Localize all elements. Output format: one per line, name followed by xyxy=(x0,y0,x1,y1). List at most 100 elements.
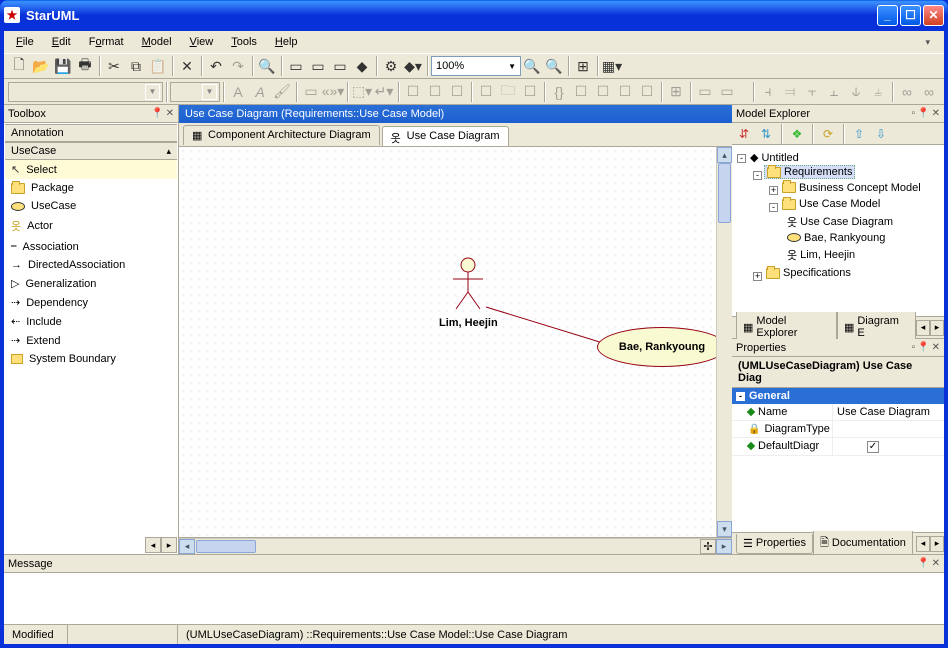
tab-prev-button[interactable]: ◂ xyxy=(916,536,930,552)
cut-button[interactable]: ✂ xyxy=(103,55,125,77)
tree-node-ucm[interactable]: Use Case Model xyxy=(780,198,882,210)
font-button[interactable]: A xyxy=(227,81,249,103)
palette-item-usecase[interactable]: UseCase xyxy=(5,197,177,215)
line-button[interactable]: ⬚▾ xyxy=(351,81,373,103)
palette-item-association[interactable]: ⎯Association xyxy=(5,237,177,256)
pin-icon[interactable]: 📍 xyxy=(917,108,929,119)
property-grid[interactable]: -General Name Use Case Diagram 🔒DiagramT… xyxy=(732,388,944,532)
tree-node-bcm[interactable]: Business Concept Model xyxy=(780,182,923,194)
menu-model[interactable]: Model xyxy=(134,33,180,51)
property-category-general[interactable]: -General xyxy=(732,388,944,404)
new-button[interactable]: 🗋 xyxy=(8,55,30,77)
scroll-right-btn[interactable]: ▸ xyxy=(716,539,732,554)
close-icon[interactable]: ✕ xyxy=(932,342,940,353)
diagram-btn2[interactable]: ▭ xyxy=(307,55,329,77)
sort1-button[interactable]: ⇵ xyxy=(734,125,754,143)
palette-item-dependency[interactable]: ⇢Dependency xyxy=(5,293,177,312)
diagram-btn3[interactable]: ▭ xyxy=(329,55,351,77)
align-vc-button[interactable]: ⫨ xyxy=(867,81,889,103)
n4-button[interactable]: ☐ xyxy=(614,81,636,103)
tree-node-root[interactable]: ◆Untitled xyxy=(748,151,801,164)
down-button[interactable]: ⇩ xyxy=(871,125,891,143)
filter-button[interactable]: ❖ xyxy=(787,125,807,143)
message-body[interactable] xyxy=(4,573,944,624)
color-button[interactable]: 🖌 xyxy=(271,81,293,103)
find-button[interactable]: 🔍 xyxy=(256,55,278,77)
expander-icon[interactable]: + xyxy=(769,186,778,195)
tab-usecase-diagram[interactable]: 옷Use Case Diagram xyxy=(382,126,509,146)
align-hc-button[interactable]: ⫝ xyxy=(845,81,867,103)
horizontal-scrollbar[interactable]: ◂ ✢ ▸ xyxy=(179,538,732,554)
scroll-up-button[interactable]: ▴ xyxy=(717,147,732,163)
tab-documentation[interactable]: 🗎Documentation xyxy=(813,531,913,557)
menu-view[interactable]: View xyxy=(182,33,222,51)
menu-file[interactable]: File xyxy=(8,33,42,51)
expander-icon[interactable]: - xyxy=(737,154,746,163)
expander-icon[interactable]: + xyxy=(753,272,762,281)
sup1-button[interactable]: ☐ xyxy=(402,81,424,103)
copy-button[interactable]: ⧉ xyxy=(125,55,147,77)
tab-next-button[interactable]: ▸ xyxy=(930,320,944,336)
tree-node-ucd[interactable]: 옷Use Case Diagram xyxy=(785,214,895,230)
menu-format[interactable]: Format xyxy=(81,33,132,51)
palette-item-extend[interactable]: ⇢Extend xyxy=(5,331,177,350)
menu-help[interactable]: Help xyxy=(267,33,306,51)
v3-button[interactable]: ☐ xyxy=(519,81,541,103)
distribute-h-button[interactable]: ∞ xyxy=(896,81,918,103)
scroll-right-button[interactable]: ▸ xyxy=(161,537,177,553)
message-header[interactable]: Message 📍✕ xyxy=(4,555,944,573)
model-tree[interactable]: -◆Untitled -Requirements +Business Conce… xyxy=(732,145,944,316)
redo-button[interactable]: ↷ xyxy=(227,55,249,77)
menubar-overflow-icon[interactable]: ▾ xyxy=(917,34,938,51)
layer1-button[interactable]: ▭ xyxy=(694,81,716,103)
font-combo[interactable]: ▼ xyxy=(8,82,163,102)
palette-item-directed[interactable]: →DirectedAssociation xyxy=(5,256,177,274)
options-button[interactable]: ⚙ xyxy=(380,55,402,77)
pin-icon[interactable]: 📍 xyxy=(151,108,163,119)
save-button[interactable]: 💾 xyxy=(52,55,74,77)
close-icon[interactable]: ✕ xyxy=(932,108,940,119)
sup2-button[interactable]: ☐ xyxy=(424,81,446,103)
close-icon[interactable]: ✕ xyxy=(932,558,940,569)
align-bottom-button[interactable]: ⫠ xyxy=(823,81,845,103)
layer2-button[interactable]: ▭ xyxy=(716,81,738,103)
float-icon[interactable]: ▫ xyxy=(912,108,916,119)
zoom-out-button[interactable]: 🔍 xyxy=(543,55,565,77)
palette-item-generalization[interactable]: ▷Generalization xyxy=(5,274,177,293)
tree-node-lim[interactable]: 옷Lim, Heejin xyxy=(785,247,857,263)
properties-header[interactable]: Properties ▫📍✕ xyxy=(732,339,944,357)
fill-button[interactable]: ▭ xyxy=(300,81,322,103)
palette-item-actor[interactable]: 옷Actor xyxy=(5,215,177,237)
scroll-left-button[interactable]: ◂ xyxy=(145,537,161,553)
expander-icon[interactable]: - xyxy=(753,171,762,180)
tab-properties[interactable]: ☰Properties xyxy=(736,534,813,554)
palette-group-usecase[interactable]: UseCase ▴ xyxy=(5,142,177,160)
usecase-element[interactable]: Bae, Rankyoung xyxy=(597,327,727,367)
prop-value-name[interactable]: Use Case Diagram xyxy=(832,404,944,420)
scroll-thumb[interactable] xyxy=(718,163,731,223)
size-combo[interactable]: ▼ xyxy=(170,82,220,102)
property-row-default[interactable]: DefaultDiagr ✓ xyxy=(732,438,944,456)
distribute-v-button[interactable]: ∞ xyxy=(918,81,940,103)
align-left-button[interactable]: ⫞ xyxy=(757,81,779,103)
palette-item-package[interactable]: Package xyxy=(5,179,177,197)
fit-button[interactable]: ⊞ xyxy=(572,55,594,77)
tree-node-requirements[interactable]: Requirements xyxy=(764,165,855,179)
pin-icon[interactable]: 📍 xyxy=(917,558,929,569)
close-panel-icon[interactable]: ✕ xyxy=(166,108,174,119)
extensions-button[interactable]: ◆▾ xyxy=(402,55,424,77)
tree-node-spec[interactable]: Specifications xyxy=(764,267,853,279)
n5-button[interactable]: ☐ xyxy=(636,81,658,103)
diagram-canvas[interactable]: Lim, Heejin Bae, Rankyoung ▴ ▾ xyxy=(179,147,732,538)
nav-button[interactable]: ▦▾ xyxy=(601,55,623,77)
up-button[interactable]: ⇧ xyxy=(849,125,869,143)
italic-button[interactable]: A xyxy=(249,81,271,103)
vertical-scrollbar[interactable]: ▴ ▾ xyxy=(716,147,732,537)
actor-element[interactable]: Lim, Heejin xyxy=(439,257,498,329)
hscroll-thumb[interactable] xyxy=(196,540,256,553)
tree-node-bae[interactable]: Bae, Rankyoung xyxy=(785,232,887,244)
minimize-button[interactable]: _ xyxy=(877,5,898,26)
titlebar[interactable]: StarUML _ ☐ ✕ xyxy=(0,0,948,30)
tab-prev-button[interactable]: ◂ xyxy=(916,320,930,336)
n3-button[interactable]: ☐ xyxy=(592,81,614,103)
